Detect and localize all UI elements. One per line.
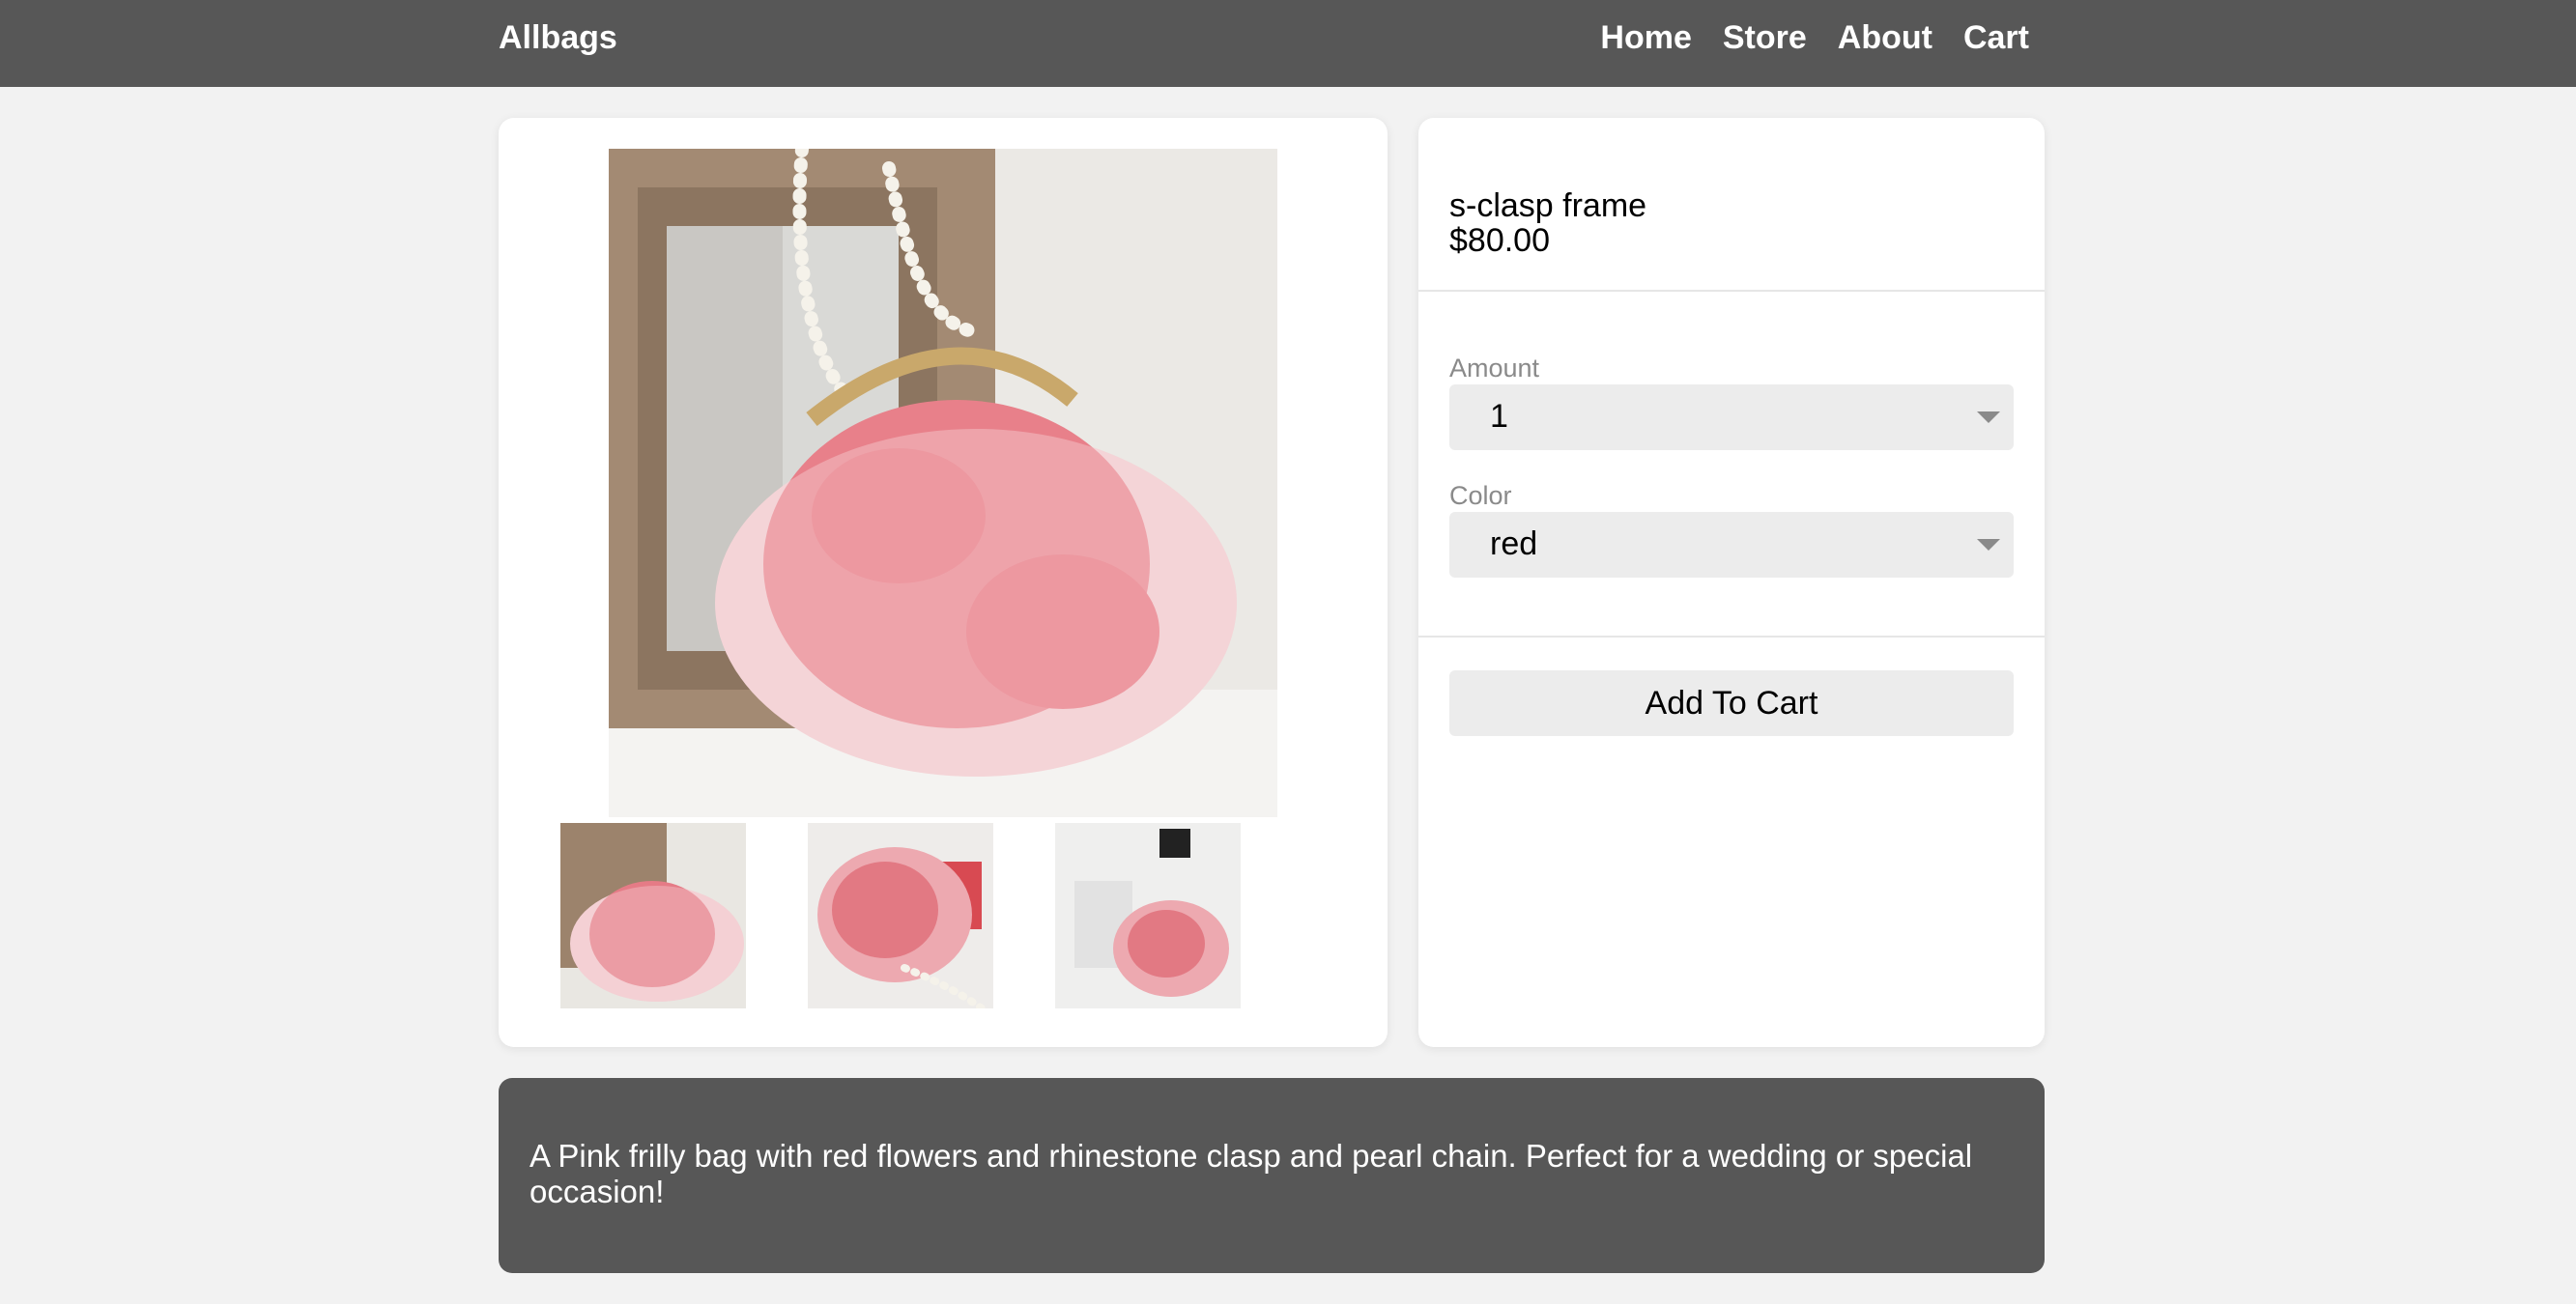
nav-cart-link[interactable]: Cart [1963, 19, 2029, 57]
color-select[interactable]: red [1449, 512, 2014, 578]
top-navbar: Allbags Home Store About Cart [0, 0, 2576, 87]
product-main-image [609, 149, 1277, 817]
product-thumbnail-3[interactable] [1055, 823, 1241, 1008]
nav-home-link[interactable]: Home [1600, 19, 1691, 57]
product-thumbnail-1[interactable] [560, 823, 746, 1008]
product-details-panel: s-clasp frame $80.00 Amount 1 Color red … [1418, 118, 2045, 1047]
product-price: $80.00 [1449, 222, 1550, 259]
divider [1418, 290, 2045, 292]
add-to-cart-button[interactable]: Add To Cart [1449, 670, 2014, 736]
color-value: red [1490, 525, 1538, 562]
product-gallery [499, 118, 1388, 1047]
chevron-down-icon [1977, 539, 2000, 551]
nav-store-link[interactable]: Store [1723, 19, 1807, 57]
product-title: s-clasp frame [1449, 187, 1647, 224]
amount-label: Amount [1449, 354, 1540, 383]
amount-value: 1 [1490, 398, 1508, 435]
main-nav: Home Store About Cart [1600, 19, 2029, 57]
chevron-down-icon [1977, 411, 2000, 423]
product-thumbnail-2[interactable] [808, 823, 993, 1008]
divider [1418, 636, 2045, 638]
amount-select[interactable]: 1 [1449, 384, 2014, 450]
color-label: Color [1449, 481, 1512, 510]
nav-about-link[interactable]: About [1838, 19, 1932, 57]
product-description: A Pink frilly bag with red flowers and r… [530, 1138, 1973, 1209]
product-description-panel: A Pink frilly bag with red flowers and r… [499, 1078, 2045, 1273]
brand-logo[interactable]: Allbags [499, 19, 617, 57]
